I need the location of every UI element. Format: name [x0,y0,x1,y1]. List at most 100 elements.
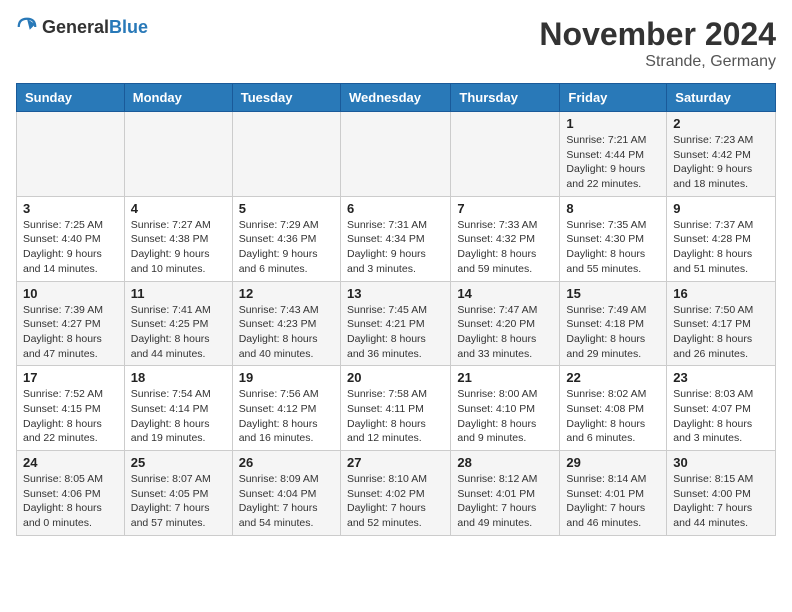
day-info: Sunrise: 7:25 AMSunset: 4:40 PMDaylight:… [23,218,118,277]
day-number: 22 [566,370,660,385]
calendar-week-row: 10Sunrise: 7:39 AMSunset: 4:27 PMDayligh… [17,281,776,366]
day-number: 28 [457,455,553,470]
logo-icon [16,16,38,38]
calendar-table: Sunday Monday Tuesday Wednesday Thursday… [16,83,776,536]
day-info: Sunrise: 8:09 AMSunset: 4:04 PMDaylight:… [239,472,334,531]
table-row [451,112,560,197]
header-sunday: Sunday [17,84,125,112]
table-row: 30 Sunrise: 8:15 AMSunset: 4:00 PMDayligh… [667,451,776,536]
table-row: 3 Sunrise: 7:25 AMSunset: 4:40 PMDaylight… [17,196,125,281]
day-info: Sunrise: 7:33 AMSunset: 4:32 PMDaylight:… [457,218,553,277]
table-row: 13 Sunrise: 7:45 AMSunset: 4:21 PMDayligh… [340,281,450,366]
logo-text-blue: Blue [109,17,148,37]
day-info: Sunrise: 8:15 AMSunset: 4:00 PMDaylight:… [673,472,769,531]
calendar-week-row: 3 Sunrise: 7:25 AMSunset: 4:40 PMDaylight… [17,196,776,281]
day-info: Sunrise: 7:49 AMSunset: 4:18 PMDaylight:… [566,303,660,362]
table-row: 7 Sunrise: 7:33 AMSunset: 4:32 PMDaylight… [451,196,560,281]
day-info: Sunrise: 8:02 AMSunset: 4:08 PMDaylight:… [566,387,660,446]
day-number: 18 [131,370,226,385]
day-info: Sunrise: 7:35 AMSunset: 4:30 PMDaylight:… [566,218,660,277]
table-row: 23Sunrise: 8:03 AMSunset: 4:07 PMDayligh… [667,366,776,451]
table-row: 11 Sunrise: 7:41 AMSunset: 4:25 PMDayligh… [124,281,232,366]
day-info: Sunrise: 7:43 AMSunset: 4:23 PMDaylight:… [239,303,334,362]
day-number: 21 [457,370,553,385]
calendar-week-row: 17 Sunrise: 7:52 AMSunset: 4:15 PMDayligh… [17,366,776,451]
header-monday: Monday [124,84,232,112]
header-saturday: Saturday [667,84,776,112]
logo: GeneralBlue [16,16,148,38]
calendar-week-row: 1Sunrise: 7:21 AMSunset: 4:44 PMDaylight… [17,112,776,197]
day-number: 30 [673,455,769,470]
table-row: 25 Sunrise: 8:07 AMSunset: 4:05 PMDayligh… [124,451,232,536]
day-number: 11 [131,286,226,301]
day-info: Sunrise: 7:52 AMSunset: 4:15 PMDaylight:… [23,387,118,446]
month-title: November 2024 [539,16,776,53]
table-row: 21 Sunrise: 8:00 AMSunset: 4:10 PMDayligh… [451,366,560,451]
day-number: 19 [239,370,334,385]
day-number: 26 [239,455,334,470]
day-number: 24 [23,455,118,470]
location-subtitle: Strande, Germany [539,53,776,71]
table-row [17,112,125,197]
day-info: Sunrise: 7:54 AMSunset: 4:14 PMDaylight:… [131,387,226,446]
day-info: Sunrise: 7:41 AMSunset: 4:25 PMDaylight:… [131,303,226,362]
table-row: 17 Sunrise: 7:52 AMSunset: 4:15 PMDayligh… [17,366,125,451]
day-number: 17 [23,370,118,385]
table-row: 22 Sunrise: 8:02 AMSunset: 4:08 PMDayligh… [560,366,667,451]
table-row: 15Sunrise: 7:49 AMSunset: 4:18 PMDayligh… [560,281,667,366]
day-number: 25 [131,455,226,470]
table-row: 4Sunrise: 7:27 AMSunset: 4:38 PMDaylight… [124,196,232,281]
table-row: 26 Sunrise: 8:09 AMSunset: 4:04 PMDayligh… [232,451,340,536]
day-number: 6 [347,201,444,216]
header: GeneralBlue November 2024 Strande, Germa… [16,16,776,71]
day-info: Sunrise: 7:31 AMSunset: 4:34 PMDaylight:… [347,218,444,277]
table-row: 19 Sunrise: 7:56 AMSunset: 4:12 PMDayligh… [232,366,340,451]
day-info: Sunrise: 7:56 AMSunset: 4:12 PMDaylight:… [239,387,334,446]
day-info: Sunrise: 7:37 AMSunset: 4:28 PMDaylight:… [673,218,769,277]
table-row: 18 Sunrise: 7:54 AMSunset: 4:14 PMDayligh… [124,366,232,451]
title-area: November 2024 Strande, Germany [539,16,776,71]
day-number: 7 [457,201,553,216]
day-number: 27 [347,455,444,470]
day-info: Sunrise: 7:23 AMSunset: 4:42 PMDaylight:… [673,133,769,192]
header-tuesday: Tuesday [232,84,340,112]
day-number: 13 [347,286,444,301]
table-row: 16Sunrise: 7:50 AMSunset: 4:17 PMDayligh… [667,281,776,366]
day-info: Sunrise: 7:39 AMSunset: 4:27 PMDaylight:… [23,303,118,362]
day-number: 12 [239,286,334,301]
day-number: 4 [131,201,226,216]
table-row [232,112,340,197]
day-number: 3 [23,201,118,216]
day-info: Sunrise: 8:05 AMSunset: 4:06 PMDaylight:… [23,472,118,531]
day-info: Sunrise: 8:12 AMSunset: 4:01 PMDaylight:… [457,472,553,531]
days-header-row: Sunday Monday Tuesday Wednesday Thursday… [17,84,776,112]
day-info: Sunrise: 8:00 AMSunset: 4:10 PMDaylight:… [457,387,553,446]
logo-text-general: General [42,17,109,37]
table-row: 29 Sunrise: 8:14 AMSunset: 4:01 PMDayligh… [560,451,667,536]
table-row: 8 Sunrise: 7:35 AMSunset: 4:30 PMDaylight… [560,196,667,281]
table-row [124,112,232,197]
day-info: Sunrise: 7:45 AMSunset: 4:21 PMDaylight:… [347,303,444,362]
table-row: 28 Sunrise: 8:12 AMSunset: 4:01 PMDayligh… [451,451,560,536]
day-number: 8 [566,201,660,216]
header-wednesday: Wednesday [340,84,450,112]
day-info: Sunrise: 8:07 AMSunset: 4:05 PMDaylight:… [131,472,226,531]
table-row: 1Sunrise: 7:21 AMSunset: 4:44 PMDaylight… [560,112,667,197]
day-number: 29 [566,455,660,470]
table-row: 5Sunrise: 7:29 AMSunset: 4:36 PMDaylight… [232,196,340,281]
day-info: Sunrise: 7:50 AMSunset: 4:17 PMDaylight:… [673,303,769,362]
header-friday: Friday [560,84,667,112]
day-info: Sunrise: 7:21 AMSunset: 4:44 PMDaylight:… [566,133,660,192]
day-info: Sunrise: 8:14 AMSunset: 4:01 PMDaylight:… [566,472,660,531]
table-row: 20Sunrise: 7:58 AMSunset: 4:11 PMDayligh… [340,366,450,451]
day-info: Sunrise: 7:29 AMSunset: 4:36 PMDaylight:… [239,218,334,277]
table-row [340,112,450,197]
day-number: 14 [457,286,553,301]
day-info: Sunrise: 7:47 AMSunset: 4:20 PMDaylight:… [457,303,553,362]
table-row: 14 Sunrise: 7:47 AMSunset: 4:20 PMDayligh… [451,281,560,366]
table-row: 9 Sunrise: 7:37 AMSunset: 4:28 PMDaylight… [667,196,776,281]
calendar-week-row: 24 Sunrise: 8:05 AMSunset: 4:06 PMDayligh… [17,451,776,536]
day-number: 9 [673,201,769,216]
table-row: 12 Sunrise: 7:43 AMSunset: 4:23 PMDayligh… [232,281,340,366]
table-row: 27Sunrise: 8:10 AMSunset: 4:02 PMDayligh… [340,451,450,536]
